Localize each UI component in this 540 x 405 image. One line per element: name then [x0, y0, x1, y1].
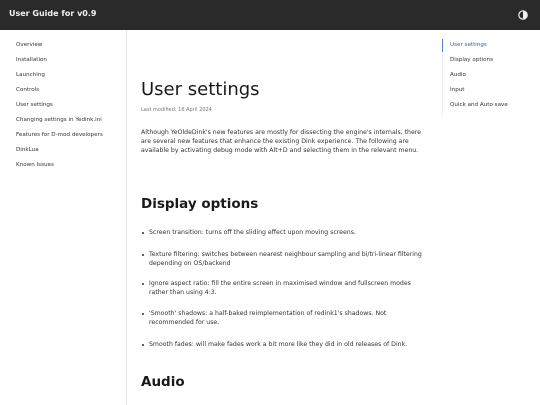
page-title: User settings — [141, 79, 260, 100]
app-title[interactable]: User Guide for v0.9 — [9, 9, 96, 18]
list-item: Texture filtering: switches between near… — [142, 250, 431, 268]
list-item: Screen transition: turns off the sliding… — [142, 228, 431, 237]
table-of-contents: User settings Display options Audio Inpu… — [441, 38, 540, 118]
list-item: 'Smooth' shadows: a half-baked reimpleme… — [142, 309, 431, 327]
audio-heading: Audio — [141, 374, 185, 390]
toc-item-user-settings[interactable]: User settings — [450, 42, 487, 48]
sidebar-item-overview[interactable]: Overview — [16, 42, 42, 48]
top-bar: User Guide for v0.9 — [0, 0, 540, 30]
toc-rail — [442, 52, 443, 116]
sidebar-item-known-issues[interactable]: Known Issues — [16, 162, 54, 168]
theme-toggle-icon[interactable] — [518, 10, 528, 20]
list-item: Ignore aspect ratio: fill the entire scr… — [142, 279, 431, 297]
display-options-heading: Display options — [141, 196, 259, 212]
sidebar-item-user-settings[interactable]: User settings — [16, 102, 53, 108]
sidebar-item-installation[interactable]: Installation — [16, 57, 47, 63]
main-content: User settings Last modified: 16 April 20… — [141, 30, 431, 405]
sidebar-nav: Overview Installation Launching Controls… — [0, 30, 127, 405]
sidebar-item-dmod-features[interactable]: Features for D-mod developers — [16, 132, 103, 138]
toc-item-quick-auto-save[interactable]: Quick and Auto save — [450, 102, 508, 108]
sidebar-item-launching[interactable]: Launching — [16, 72, 45, 78]
list-item: Smooth fades: will make fades work a bit… — [142, 340, 431, 349]
toc-active-indicator — [442, 39, 443, 52]
last-modified: Last modified: 16 April 2024 — [141, 107, 212, 113]
sidebar-item-changing-settings[interactable]: Changing settings in Yedink.ini — [16, 117, 102, 123]
sidebar-item-dinklua[interactable]: DinkLua — [16, 147, 39, 153]
intro-paragraph: Although YeOldeDink's new features are m… — [141, 129, 421, 155]
toc-item-input[interactable]: Input — [450, 87, 464, 93]
toc-item-audio[interactable]: Audio — [450, 72, 466, 78]
toc-item-display-options[interactable]: Display options — [450, 57, 493, 63]
sidebar-item-controls[interactable]: Controls — [16, 87, 39, 93]
